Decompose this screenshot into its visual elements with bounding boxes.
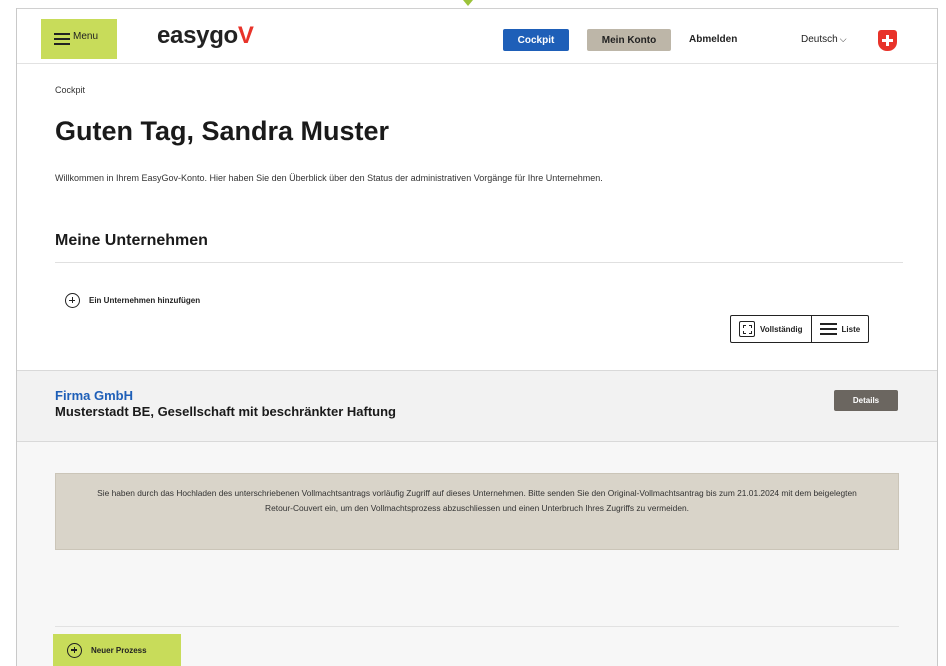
menu-button[interactable]: Menu bbox=[41, 19, 117, 59]
page-title: Guten Tag, Sandra Muster bbox=[55, 116, 390, 146]
mein-konto-button[interactable]: Mein Konto bbox=[587, 29, 671, 51]
new-process-label: Neuer Prozess bbox=[91, 645, 147, 655]
details-button[interactable]: Details bbox=[834, 390, 898, 411]
site-header: Menu easygoV Cockpit Mein Konto Abmelden… bbox=[17, 8, 937, 64]
plus-circle-icon bbox=[65, 293, 80, 308]
detail-divider bbox=[55, 626, 899, 627]
list-icon bbox=[819, 323, 837, 335]
view-list-button[interactable]: Liste bbox=[810, 316, 869, 342]
company-card: Firma GmbH Musterstadt BE, Gesellschaft … bbox=[17, 370, 937, 442]
view-list-label: Liste bbox=[841, 324, 861, 334]
breadcrumb[interactable]: Cockpit bbox=[55, 85, 85, 95]
easygov-logo[interactable]: easygoV bbox=[157, 22, 254, 50]
abmelden-link[interactable]: Abmelden bbox=[689, 34, 737, 45]
swiss-flag-icon bbox=[878, 30, 897, 51]
chevron-down-icon: ⌵ bbox=[839, 34, 847, 44]
hamburger-icon bbox=[54, 33, 70, 45]
section-divider bbox=[55, 262, 903, 263]
logo-text: easygo bbox=[157, 22, 238, 49]
company-name-link[interactable]: Firma GmbH bbox=[55, 388, 133, 403]
browser-page: Menu easygoV Cockpit Mein Konto Abmelden… bbox=[16, 8, 938, 666]
welcome-text: Willkommen in Ihrem EasyGov-Konto. Hier … bbox=[55, 173, 603, 183]
language-select[interactable]: Deutsch ⌵ bbox=[801, 34, 847, 45]
top-marker bbox=[463, 0, 473, 6]
menu-label: Menu bbox=[73, 30, 99, 42]
companies-section-title: Meine Unternehmen bbox=[55, 232, 208, 249]
authorization-notice: Sie haben durch das Hochladen des unters… bbox=[55, 473, 899, 550]
add-company-label: Ein Unternehmen hinzufügen bbox=[89, 296, 201, 305]
new-process-button[interactable]: Neuer Prozess bbox=[53, 634, 181, 666]
view-toggle: Vollständig Liste bbox=[730, 315, 870, 343]
logo-accent: V bbox=[237, 22, 254, 49]
cockpit-button[interactable]: Cockpit bbox=[503, 29, 569, 51]
company-subtitle: Musterstadt BE, Gesellschaft mit beschrä… bbox=[55, 404, 396, 419]
plus-circle-icon bbox=[67, 642, 82, 658]
fullscreen-icon bbox=[739, 321, 755, 337]
view-full-label: Vollständig bbox=[760, 324, 803, 334]
language-label: Deutsch bbox=[801, 34, 838, 45]
add-company-button[interactable]: Ein Unternehmen hinzufügen bbox=[65, 293, 200, 308]
company-detail-area: Sie haben durch das Hochladen des unters… bbox=[17, 442, 937, 666]
view-full-button[interactable]: Vollständig bbox=[731, 316, 811, 342]
